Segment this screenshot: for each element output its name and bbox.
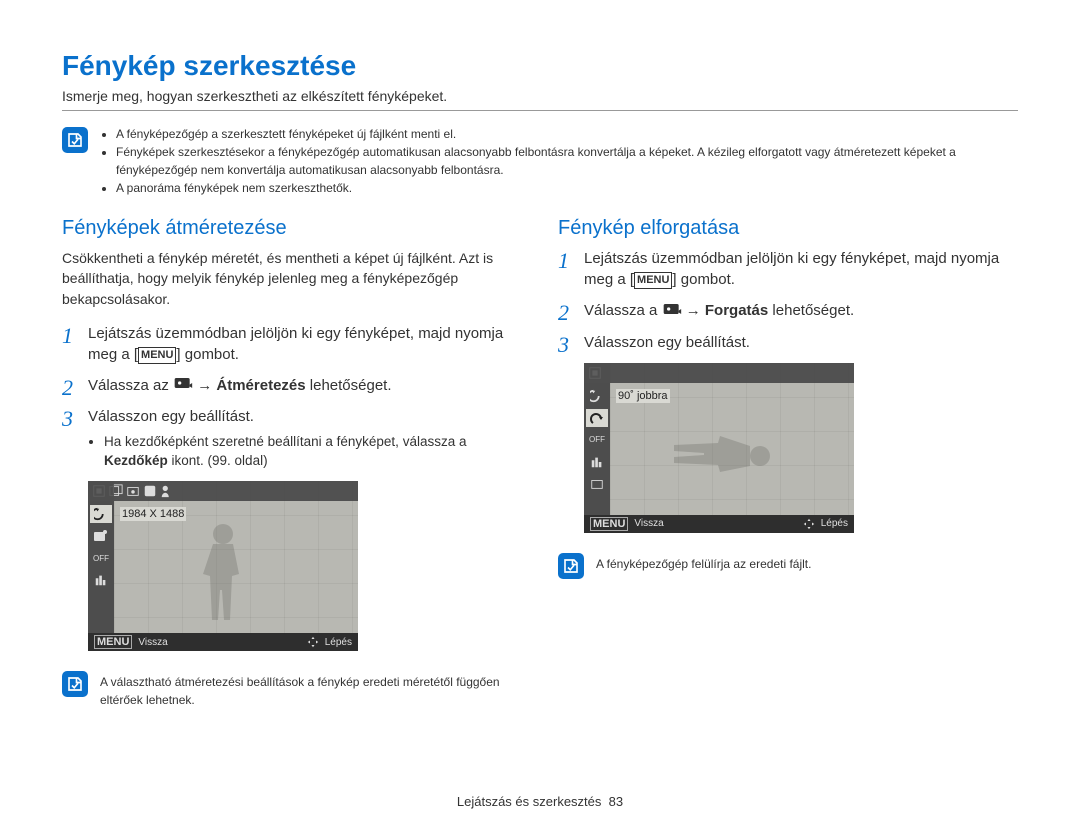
info-item: Fényképek szerkesztésekor a fényképezőgé… [116,143,1018,179]
page-footer: Lejátszás és szerkesztés 83 [0,790,1080,813]
resize-note-text: A választható átméretezési beállítások a… [100,669,522,709]
step-item: Válasszon egy beállítást. Ha kezdőképkén… [62,406,522,471]
lcd-value-label: 1984 X 1488 [120,507,186,521]
lcd-top-icons [88,481,358,501]
info-icon [62,671,88,697]
footer-page-number: 83 [609,794,623,809]
lcd-value-label: 90˚ jobbra [616,389,670,403]
resize-section: Fényképek átméretezése Csökkentheti a fé… [62,217,522,709]
step-item: Válassza a → Forgatás lehetőséget. [558,300,1018,322]
page-subtitle: Ismerje meg, hogyan szerkesztheti az elk… [62,88,1018,111]
page-title: Fénykép szerkesztése [62,50,1018,82]
lcd-bottom-bar: MENU Vissza Lépés [584,515,854,533]
substep-list: Ha kezdőképként szeretné beállítani a fé… [88,433,522,471]
camera-lcd-rotate: OFF 90˚ jobbra MENU Vissza Lép [584,363,854,533]
menu-key-small: MENU [590,517,628,531]
lcd-side-cell-selected [586,409,608,427]
step-item: Lejátszás üzemmódban jelöljön ki egy fén… [558,248,1018,290]
info-list: A fényképezőgép a szerkesztett fényképek… [100,125,1018,197]
info-item: A panoráma fényképek nem szerkeszthetők. [116,179,1018,197]
lcd-bottom-bar: MENU Vissza Lépés [88,633,358,651]
info-box-top: A fényképezőgép a szerkesztett fényképek… [62,125,1018,197]
info-box-rotate-note: A fényképezőgép felülírja az eredeti fáj… [558,551,1018,579]
lcd-set-label: Lépés [821,518,848,529]
substep-item: Ha kezdőképként szeretné beállítani a fé… [104,433,522,471]
camera-lcd-resize: OFF 1984 X 1488 MENU Vissza Lépés [88,481,358,651]
step-item: Lejátszás üzemmódban jelöljön ki egy fén… [62,323,522,365]
info-box-resize-note: A választható átméretezési beállítások a… [62,669,522,709]
lcd-top-icons [584,363,854,383]
lcd-side-icons: OFF [88,481,114,633]
lcd-back-label: Vissza [138,637,167,648]
info-item: A fényképezőgép a szerkesztett fényképek… [116,125,1018,143]
lcd-side-icons: OFF [584,363,610,515]
lcd-set-label: Lépés [325,637,352,648]
menu-key: MENU [634,272,672,289]
step-item: Válassza az → Átméretezés lehetőséget. [62,375,522,397]
menu-key: MENU [138,347,176,364]
lcd-back-label: Vissza [634,518,663,529]
footer-section: Lejátszás és szerkesztés [457,794,602,809]
menu-key-small: MENU [94,635,132,649]
edit-icon [662,301,682,322]
resize-steps: Lejátszás üzemmódban jelöljön ki egy fén… [62,323,522,471]
rotate-steps: Lejátszás üzemmódban jelöljön ki egy fén… [558,248,1018,353]
step-item: Válasszon egy beállítást. [558,332,1018,353]
rotate-note-text: A fényképezőgép felülírja az eredeti fáj… [596,551,811,573]
section-heading-rotate: Fénykép elforgatása [558,217,1018,240]
lcd-side-cell-selected [90,505,112,523]
silhouette-standing [193,520,253,630]
resize-desc: Csökkentheti a fénykép méretét, és menth… [62,248,522,309]
info-icon [62,127,88,153]
silhouette-lying [664,426,774,486]
manual-page: Fénykép szerkesztése Ismerje meg, hogyan… [0,0,1080,729]
edit-icon [173,375,193,396]
rotate-section: Fénykép elforgatása Lejátszás üzemmódban… [558,217,1018,709]
section-heading-resize: Fényképek átméretezése [62,217,522,240]
info-icon [558,553,584,579]
